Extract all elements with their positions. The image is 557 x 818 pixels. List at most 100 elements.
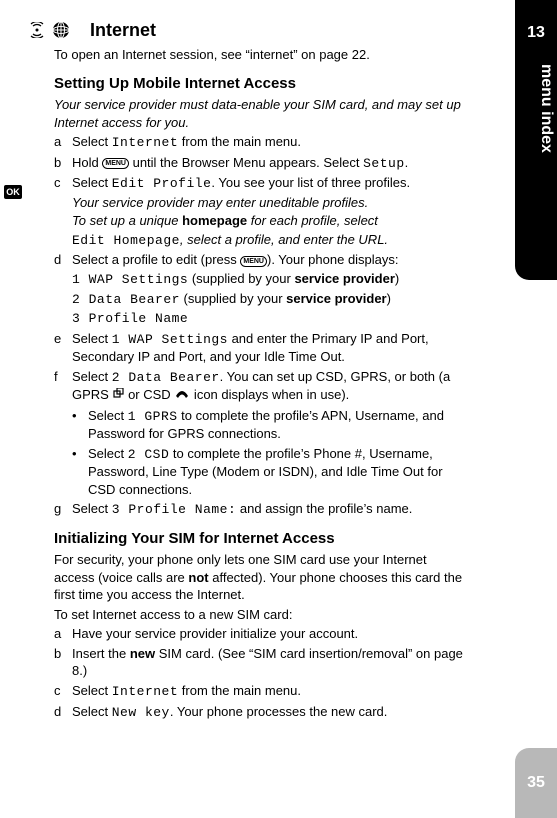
csd-phone-icon	[174, 387, 190, 405]
t: until the Browser Menu appears. Select	[129, 155, 363, 170]
mono: 2 CSD	[128, 447, 170, 462]
t: )	[387, 291, 391, 306]
t: Select a profile to edit (press	[72, 252, 240, 267]
menu-key-icon: MENU	[102, 158, 129, 169]
t: icon displays when in use).	[190, 387, 349, 402]
page-number: 35	[527, 772, 545, 794]
setup-note: Your service provider must data-enable y…	[54, 96, 465, 131]
t: (supplied by your	[188, 271, 294, 286]
intro-text: To open an Internet session, see “intern…	[54, 46, 465, 64]
page-content: Internet To open an Internet session, se…	[0, 0, 505, 731]
t: Select	[72, 134, 112, 149]
t: , select a profile, and enter the URL.	[180, 232, 388, 247]
note-line: Edit Homepage, select a profile, and ent…	[72, 231, 465, 250]
bold: new	[130, 646, 155, 661]
step-body: Select Internet from the main menu.	[72, 133, 465, 152]
option-2: 2 Data Bearer (supplied by your service …	[72, 290, 465, 309]
t: . Your phone processes the new card.	[170, 704, 388, 719]
t: (supplied by your	[180, 291, 286, 306]
init-step-d: d Select New key. Your phone processes t…	[54, 703, 465, 722]
mono: 1 WAP Settings	[112, 332, 228, 347]
t: Insert the	[72, 646, 130, 661]
mono: Edit Homepage	[72, 233, 180, 248]
main-heading: Internet	[90, 18, 156, 42]
chapter-label: menu index	[515, 60, 557, 260]
step-body: Have your service provider initialize yo…	[72, 625, 465, 643]
mono: Internet	[112, 135, 178, 150]
t: To set up a unique	[72, 213, 182, 228]
bold: not	[188, 570, 208, 585]
step-g: g Select 3 Profile Name: and assign the …	[54, 500, 465, 519]
step-d: d Select a profile to edit (press MENU).…	[54, 251, 465, 327]
bullet-body: Select 1 GPRS to complete the profile’s …	[88, 407, 465, 443]
t: and assign the profile’s name.	[236, 501, 412, 516]
t: . You see your list of three profiles.	[211, 175, 410, 190]
ok-badge-icon: OK	[4, 185, 22, 199]
signal-icon	[28, 21, 46, 39]
step-e: e Select 1 WAP Settings and enter the Pr…	[54, 330, 465, 366]
step-body: Select New key. Your phone processes the…	[72, 703, 465, 722]
t: for each profile, select	[247, 213, 378, 228]
step-label: g	[54, 500, 72, 519]
step-label: d	[54, 703, 72, 722]
step-label: f	[54, 368, 72, 405]
provider-note: Your service provider may enter uneditab…	[72, 194, 465, 250]
t: .	[405, 155, 409, 170]
bullet-icon: •	[72, 445, 88, 499]
heading-row: Internet	[28, 18, 465, 42]
mono: 1 WAP Settings	[72, 272, 188, 287]
t: )	[395, 271, 399, 286]
side-tab: 13 menu index 35	[515, 0, 557, 818]
mono: New key	[112, 705, 170, 720]
bold: service provider	[294, 271, 394, 286]
step-body: Select Internet from the main menu.	[72, 682, 465, 701]
init-step-a: a Have your service provider initialize …	[54, 625, 465, 643]
step-body: Select a profile to edit (press MENU). Y…	[72, 251, 465, 327]
t: from the main menu.	[178, 683, 301, 698]
step-label: d	[54, 251, 72, 327]
t: Select	[72, 175, 112, 190]
t: ). Your phone displays:	[267, 252, 399, 267]
option-3: 3 Profile Name	[72, 309, 465, 328]
step-body: Select 3 Profile Name: and assign the pr…	[72, 500, 465, 519]
step-label: c	[54, 174, 72, 193]
bullet-1: • Select 1 GPRS to complete the profile’…	[72, 407, 465, 443]
step-f: f Select 2 Data Bearer. You can set up C…	[54, 368, 465, 405]
step-body: Insert the new SIM card. (See “SIM card …	[72, 645, 465, 680]
bullet-body: Select 2 CSD to complete the profile’s P…	[88, 445, 465, 499]
step-label: a	[54, 133, 72, 152]
init-heading: Initializing Your SIM for Internet Acces…	[54, 529, 465, 549]
t: Select	[72, 704, 112, 719]
init-step-b: b Insert the new SIM card. (See “SIM car…	[54, 645, 465, 680]
tab-dark: 13 menu index	[515, 0, 557, 280]
mono: 2 Data Bearer	[112, 370, 220, 385]
bullet-icon: •	[72, 407, 88, 443]
t: or CSD	[124, 387, 174, 402]
mono: Internet	[112, 684, 178, 699]
page-number-tab: 35	[515, 748, 557, 818]
step-body: Hold MENU until the Browser Menu appears…	[72, 154, 465, 173]
bullet-2: • Select 2 CSD to complete the profile’s…	[72, 445, 465, 499]
step-label: a	[54, 625, 72, 643]
mono: 1 GPRS	[128, 409, 178, 424]
option-1: 1 WAP Settings (supplied by your service…	[72, 270, 465, 289]
step-c: c Select Edit Profile. You see your list…	[54, 174, 465, 193]
setup-heading: Setting Up Mobile Internet Access	[54, 74, 465, 94]
t: from the main menu.	[178, 134, 301, 149]
t: Select	[72, 683, 112, 698]
mono: Setup	[363, 156, 405, 171]
t: Select	[72, 501, 112, 516]
step-a: a Select Internet from the main menu.	[54, 133, 465, 152]
t: Hold	[72, 155, 102, 170]
init-step-c: c Select Internet from the main menu.	[54, 682, 465, 701]
menu-key-icon: MENU	[240, 256, 267, 267]
t: Select	[72, 369, 112, 384]
note-line: To set up a unique homepage for each pro…	[72, 212, 465, 230]
note-line: Your service provider may enter uneditab…	[72, 194, 465, 212]
step-label: e	[54, 330, 72, 366]
step-body: Select Edit Profile. You see your list o…	[72, 174, 465, 193]
mono: 3 Profile Name	[72, 311, 188, 326]
t: Select	[88, 446, 128, 461]
bold: homepage	[182, 213, 247, 228]
bold: service provider	[286, 291, 386, 306]
